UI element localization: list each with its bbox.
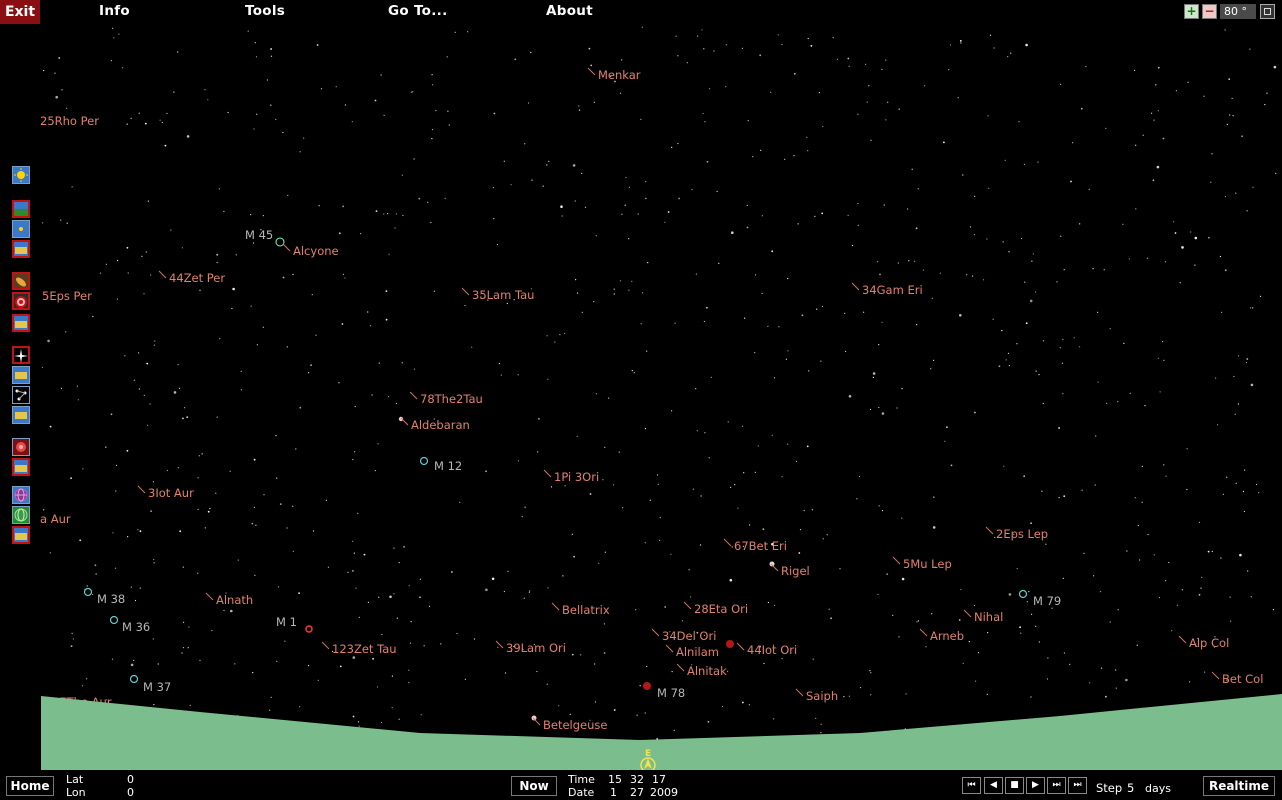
- step-forward-fast-icon[interactable]: ⏭: [1068, 777, 1087, 794]
- labels-toggle-icon[interactable]: [12, 240, 30, 258]
- target-icon[interactable]: [12, 292, 30, 310]
- horizon-ground: E: [41, 694, 1282, 773]
- play-forward-icon[interactable]: ⏭: [1047, 777, 1066, 794]
- labels-toggle-icon-5[interactable]: [12, 458, 30, 476]
- fullscreen-icon[interactable]: [1260, 4, 1275, 19]
- lon-value[interactable]: 0: [127, 786, 134, 799]
- now-button[interactable]: Now: [511, 776, 557, 796]
- realtime-button[interactable]: Realtime: [1203, 776, 1275, 796]
- zoom-out-button[interactable]: −: [1202, 4, 1217, 19]
- lat-label: Lat: [66, 773, 84, 786]
- labels-toggle-icon-4[interactable]: [12, 406, 30, 424]
- stop-icon[interactable]: ■: [1005, 777, 1024, 794]
- step-forward-icon[interactable]: ▶: [1026, 777, 1045, 794]
- menu-info[interactable]: Info: [99, 3, 130, 19]
- lat-value[interactable]: 0: [127, 773, 134, 786]
- date-day[interactable]: 27: [630, 786, 644, 799]
- sun-icon[interactable]: [12, 166, 30, 184]
- time-minute[interactable]: 32: [630, 773, 644, 786]
- top-menu-bar: Exit Info Tools Go To... About: [0, 0, 1282, 24]
- step-back-icon[interactable]: ◀: [984, 777, 1003, 794]
- menu-about[interactable]: About: [546, 3, 593, 19]
- date-year[interactable]: 2009: [650, 786, 678, 799]
- step-label: Step: [1096, 781, 1123, 795]
- labels-toggle-icon-3[interactable]: [12, 366, 30, 384]
- step-unit[interactable]: days: [1145, 782, 1171, 795]
- lon-label: Lon: [66, 786, 86, 799]
- compass-direction-label: E: [645, 749, 651, 759]
- field-of-view-value[interactable]: 80 °: [1220, 4, 1256, 19]
- menu-goto[interactable]: Go To...: [388, 3, 448, 19]
- zoom-in-button[interactable]: +: [1184, 4, 1199, 19]
- nebula-icon[interactable]: [12, 438, 30, 456]
- atmosphere-icon[interactable]: [12, 220, 30, 238]
- planet-orbit-icon[interactable]: [12, 272, 30, 290]
- menu-tools[interactable]: Tools: [245, 3, 285, 19]
- landscape-icon[interactable]: [12, 200, 30, 218]
- constellation-icon[interactable]: [12, 386, 30, 404]
- ground-shape: [41, 694, 1282, 770]
- labels-toggle-icon-6[interactable]: [12, 526, 30, 544]
- step-back-fast-icon[interactable]: ⏮: [962, 777, 981, 794]
- exit-button[interactable]: Exit: [0, 0, 40, 24]
- time-hour[interactable]: 15: [608, 773, 622, 786]
- star-icon[interactable]: [12, 346, 30, 364]
- step-value[interactable]: 5: [1127, 781, 1134, 795]
- bottom-status-bar: Home Lat 0 Lon 0 Now Time 15 32 17 Date …: [0, 770, 1282, 800]
- time-second[interactable]: 17: [652, 773, 666, 786]
- date-label: Date: [568, 786, 595, 799]
- globe-icon[interactable]: [12, 506, 30, 524]
- date-month[interactable]: 1: [610, 786, 617, 799]
- zoom-controls: + − 80 °: [1184, 4, 1276, 20]
- labels-toggle-icon-2[interactable]: [12, 314, 30, 332]
- time-label: Time: [568, 773, 595, 786]
- home-button[interactable]: Home: [6, 776, 54, 796]
- grid-globe-icon[interactable]: [12, 486, 30, 504]
- planetarium-app: Menkar 25Rho Per M 45 Alcyone 44Zet Per 5Eps …: [0, 0, 1282, 800]
